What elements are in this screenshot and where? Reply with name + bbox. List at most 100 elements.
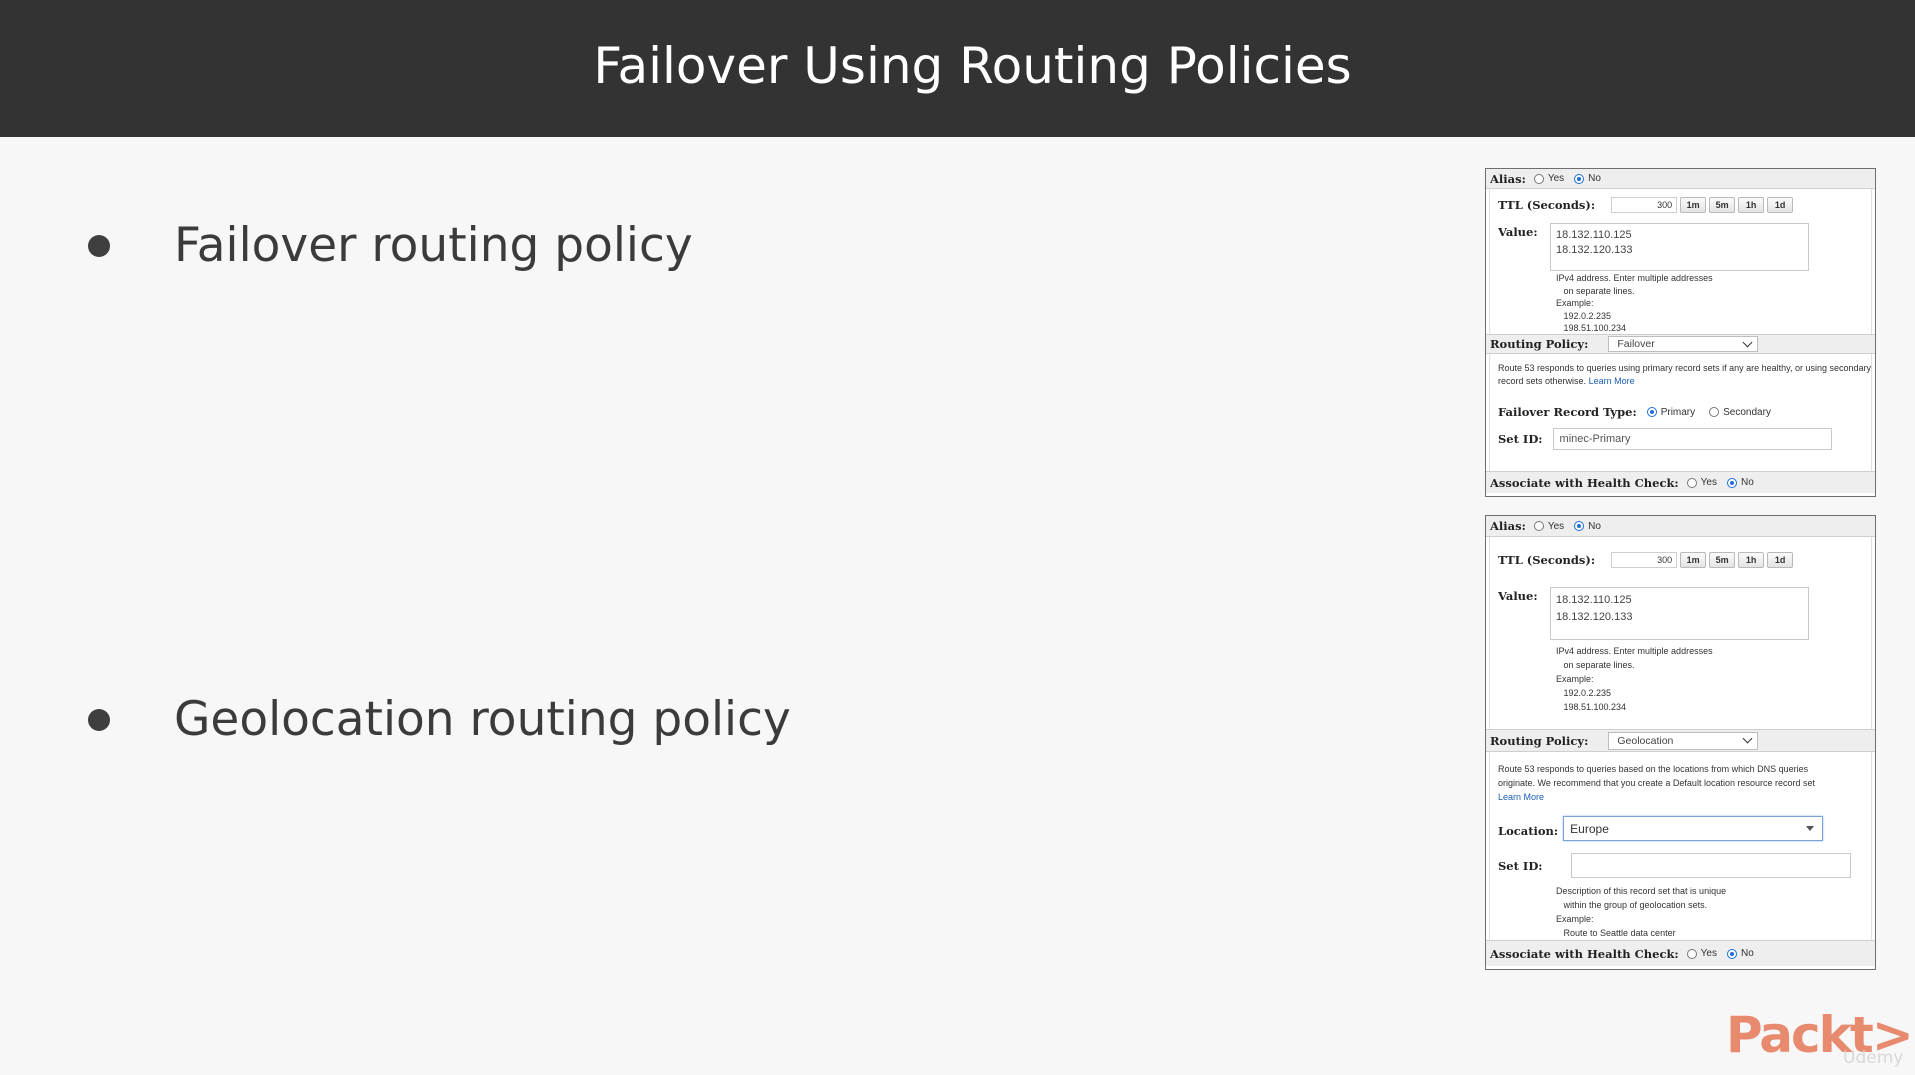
ttl-1m-button[interactable]: 1m [1680, 197, 1707, 213]
alias-no-option[interactable]: No [1574, 173, 1601, 184]
option-label: No [1741, 948, 1754, 959]
value-textarea[interactable]: 18.132.110.125 18.132.120.133 [1550, 587, 1809, 640]
select-value: Europe [1570, 821, 1609, 836]
alias-yes-option[interactable]: Yes [1533, 520, 1565, 532]
set-id-input[interactable] [1570, 853, 1851, 878]
value-line: 18.132.120.133 [1556, 244, 1633, 256]
ttl-input[interactable]: 300 [1611, 197, 1678, 213]
failover-secondary-option[interactable]: Secondary [1709, 407, 1771, 418]
select-value: Failover [1617, 338, 1655, 350]
routing-policy-label: Routing Policy: [1490, 337, 1589, 351]
health-check-row: Associate with Health Check: Yes No [1486, 471, 1875, 493]
set-id-row: Set ID: [1498, 853, 1851, 878]
set-id-row: Set ID: minec-Primary [1498, 428, 1832, 450]
dropdown-arrow-icon [1806, 826, 1815, 831]
routing-policy-select[interactable]: Failover [1608, 336, 1759, 352]
value-label-row: Value: [1498, 225, 1546, 239]
ttl-label: TTL (Seconds): [1498, 553, 1596, 567]
set-id-label: Set ID: [1498, 858, 1543, 873]
chevron-down-icon [1742, 733, 1753, 744]
set-id-input[interactable]: minec-Primary [1552, 428, 1832, 450]
location-label: Location: [1498, 823, 1559, 838]
set-id-label: Set ID: [1498, 432, 1543, 446]
failover-record-panel: Alias: Yes No TTL (Seconds): 300 1m 5m 1… [1485, 168, 1876, 497]
option-label: No [1741, 477, 1754, 488]
alias-yes-option[interactable]: Yes [1533, 173, 1564, 184]
option-label: Primary [1660, 406, 1696, 418]
location-row: Location: Europe [1498, 816, 1824, 841]
failover-type-row: Failover Record Type: Primary Secondary [1498, 405, 1781, 419]
location-select[interactable]: Europe [1563, 816, 1824, 841]
bullet-dot-icon [88, 234, 110, 257]
ttl-5m-button[interactable]: 5m [1709, 197, 1736, 213]
health-no-option[interactable]: No [1727, 477, 1754, 488]
value-label-row: Value: [1498, 589, 1546, 603]
health-yes-option[interactable]: Yes [1686, 477, 1717, 488]
alias-label: Alias: [1490, 519, 1526, 533]
routing-policy-select[interactable]: Geolocation [1608, 731, 1759, 750]
routing-description: Route 53 responds to queries using prima… [1498, 362, 1873, 388]
option-label: No [1588, 520, 1601, 532]
radio-checked-icon [1727, 948, 1737, 959]
value-textarea[interactable]: 18.132.110.125 18.132.120.133 [1550, 223, 1809, 271]
radio-checked-icon [1574, 173, 1585, 184]
radio-checked-icon [1574, 521, 1585, 531]
routing-policy-row: Routing Policy: Failover [1486, 334, 1875, 354]
bullet-dot-icon [88, 708, 110, 731]
routing-description: Route 53 responds to queries based on th… [1498, 762, 1828, 804]
bullet-item-geolocation: Geolocation routing policy [88, 692, 791, 747]
ttl-1m-button[interactable]: 1m [1680, 552, 1707, 568]
ttl-1d-button[interactable]: 1d [1767, 197, 1794, 213]
ttl-1h-button[interactable]: 1h [1738, 552, 1765, 568]
ttl-row: TTL (Seconds): 300 1m 5m 1h 1d [1498, 552, 1794, 568]
radio-icon [1709, 407, 1720, 417]
routing-policy-label: Routing Policy: [1490, 733, 1589, 748]
ttl-label: TTL (Seconds): [1498, 198, 1596, 212]
alias-label: Alias: [1490, 171, 1526, 186]
alias-no-option[interactable]: No [1574, 521, 1601, 532]
geolocation-record-panel: Alias: Yes No TTL (Seconds): 300 1m 5m 1… [1485, 515, 1876, 970]
ttl-1h-button[interactable]: 1h [1738, 197, 1765, 213]
learn-more-link[interactable]: Learn More [1589, 376, 1635, 386]
ttl-5m-button[interactable]: 5m [1709, 552, 1736, 568]
chevron-down-icon [1742, 337, 1753, 347]
option-label: Secondary [1723, 406, 1771, 418]
value-line: 18.132.110.125 [1556, 229, 1632, 241]
radio-icon [1686, 477, 1697, 488]
alias-row: Alias: Yes No [1486, 169, 1875, 189]
udemy-watermark: Udemy [1843, 1048, 1904, 1068]
slide-title: Failover Using Routing Policies [593, 36, 1352, 95]
select-value: Geolocation [1617, 734, 1674, 747]
health-no-option[interactable]: No [1727, 948, 1754, 959]
learn-more-link[interactable]: Learn More [1498, 792, 1544, 802]
bullet-text: Failover routing policy [174, 218, 693, 273]
ttl-value-section: TTL (Seconds): 300 1m 5m 1h 1d Value: 18… [1489, 189, 1872, 334]
radio-icon [1686, 948, 1697, 959]
option-label: Yes [1700, 948, 1717, 959]
radio-icon [1533, 173, 1544, 184]
radio-checked-icon [1727, 477, 1737, 488]
option-label: Yes [1547, 520, 1565, 532]
routing-policy-row: Routing Policy: Geolocation [1486, 729, 1875, 752]
failover-section: Route 53 responds to queries using prima… [1489, 354, 1872, 471]
ttl-row: TTL (Seconds): 300 1m 5m 1h 1d [1498, 197, 1794, 213]
value-label: Value: [1498, 589, 1538, 603]
ttl-1d-button[interactable]: 1d [1767, 552, 1794, 568]
failover-type-label: Failover Record Type: [1498, 405, 1637, 419]
value-help-text: IPv4 address. Enter multiple addresses o… [1556, 273, 1713, 333]
radio-icon [1533, 521, 1544, 531]
value-line: 18.132.120.133 [1556, 611, 1633, 623]
value-help-text: IPv4 address. Enter multiple addresses o… [1556, 646, 1713, 712]
health-yes-option[interactable]: Yes [1686, 948, 1717, 959]
routing-description-text: Route 53 responds to queries based on th… [1498, 764, 1815, 788]
slide-title-bar: Failover Using Routing Policies [0, 0, 1915, 137]
value-line: 18.132.110.125 [1556, 594, 1632, 606]
geolocation-section: Route 53 responds to queries based on th… [1489, 752, 1872, 940]
ttl-input[interactable]: 300 [1611, 552, 1678, 568]
ttl-value-section: TTL (Seconds): 300 1m 5m 1h 1d Value: 18… [1489, 537, 1872, 729]
option-label: Yes [1700, 477, 1717, 488]
bullet-text: Geolocation routing policy [174, 692, 791, 747]
failover-primary-option[interactable]: Primary [1646, 406, 1696, 418]
set-id-help-text: Description of this record set that is u… [1556, 886, 1727, 938]
routing-description-text: Route 53 responds to queries using prima… [1498, 363, 1872, 386]
